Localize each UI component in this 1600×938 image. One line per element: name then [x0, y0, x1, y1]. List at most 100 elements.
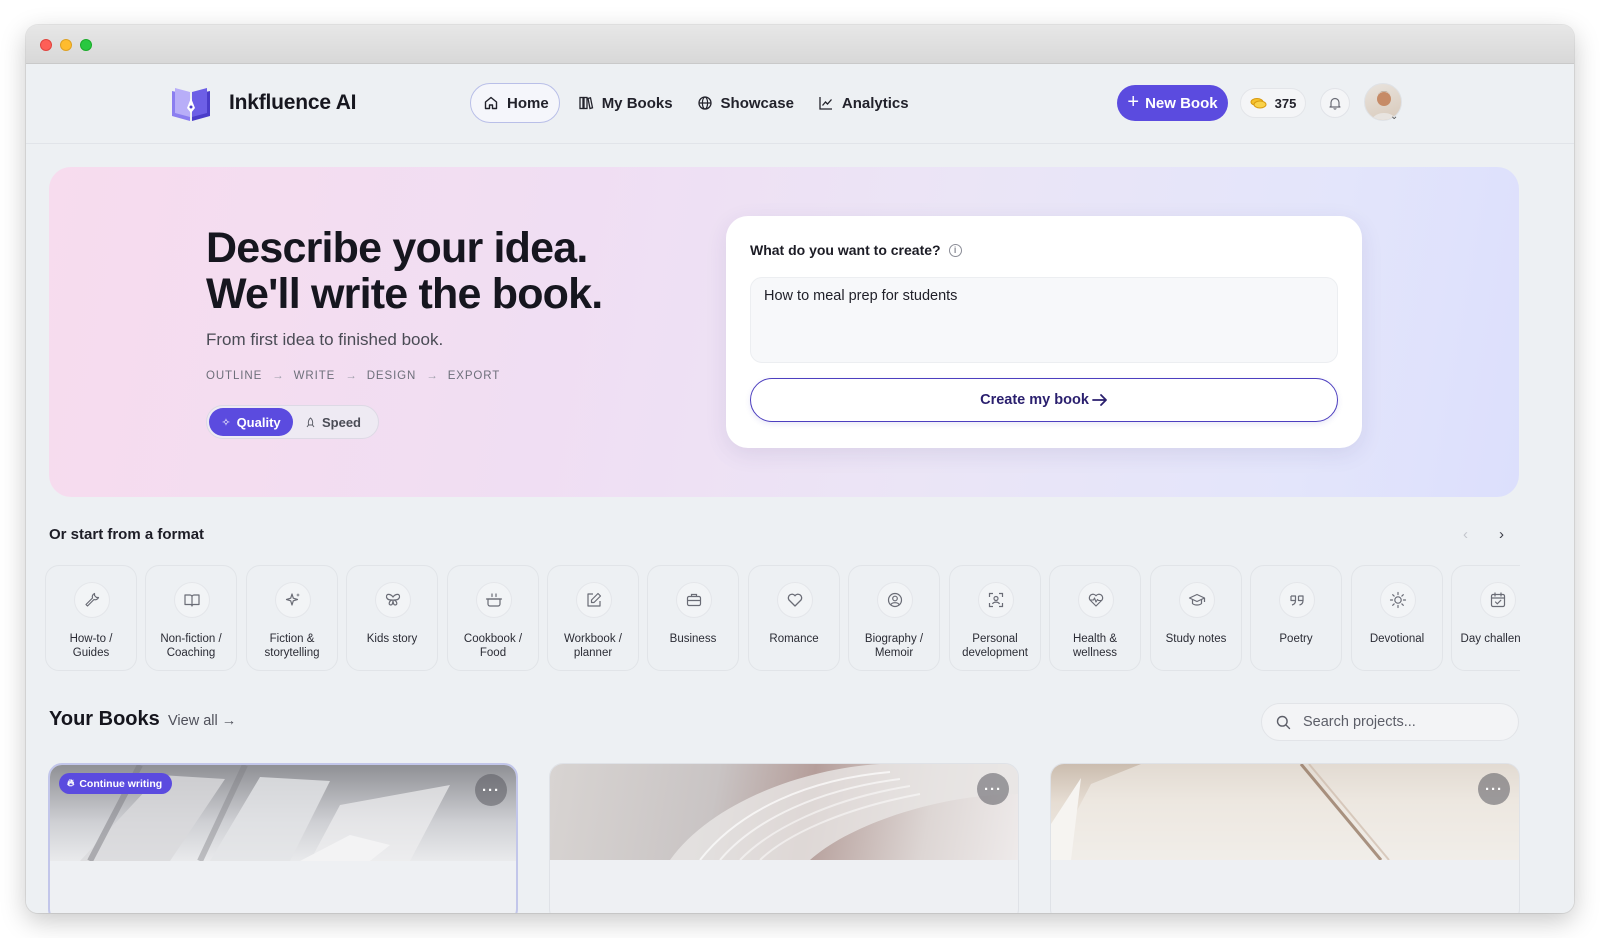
chevron-right-icon[interactable]: ›	[1499, 526, 1504, 543]
nav-my-books[interactable]: My Books	[566, 83, 685, 123]
app-window: Inkfluence AI Home My Books Showcase Ana…	[26, 25, 1574, 913]
brand-name: Inkfluence AI	[229, 91, 357, 114]
format-biography[interactable]: Biography / Memoir	[848, 565, 940, 671]
formats-title: Or start from a format	[49, 526, 205, 543]
chevron-left-icon[interactable]: ‹	[1463, 526, 1468, 543]
create-card: What do you want to create? i How to mea…	[726, 216, 1362, 448]
book-cover: ···	[1051, 764, 1519, 860]
format-non-fiction[interactable]: Non-fiction / Coaching	[145, 565, 237, 671]
format-label: Health & wellness	[1072, 633, 1118, 659]
cooking-pot-icon	[485, 593, 503, 607]
home-icon	[484, 96, 498, 110]
format-label: Poetry	[1279, 633, 1313, 645]
format-health[interactable]: Health & wellness	[1049, 565, 1141, 671]
process-steps: OUTLINE → WRITE → DESIGN → EXPORT	[206, 370, 500, 382]
nav-showcase[interactable]: Showcase	[685, 83, 806, 123]
format-poetry[interactable]: Poetry	[1250, 565, 1342, 671]
hero-title-line1: Describe your idea.	[206, 224, 588, 272]
minimize-window-button[interactable]	[60, 39, 72, 51]
your-books-title: Your Books	[49, 708, 160, 730]
format-personal-development[interactable]: Personal development	[949, 565, 1041, 671]
format-business[interactable]: Business	[647, 565, 739, 671]
books-icon	[579, 96, 593, 110]
format-how-to[interactable]: How-to / Guides	[45, 565, 137, 671]
book-cover: 🔥︎ Continue writing ···	[50, 765, 516, 861]
plus-icon: +	[1127, 90, 1140, 113]
book-card[interactable]: ···	[1050, 763, 1520, 913]
mode-quality-label: Quality	[236, 414, 281, 430]
format-label: Cookbook / Food	[463, 633, 523, 659]
arrow-right-icon: →	[426, 370, 438, 382]
wrench-icon	[85, 592, 100, 607]
close-window-button[interactable]	[40, 39, 52, 51]
nav-analytics[interactable]: Analytics	[806, 83, 921, 123]
more-options-button[interactable]: ···	[1478, 773, 1510, 805]
edit-icon	[587, 592, 602, 607]
briefcase-icon	[686, 593, 702, 607]
butterfly-icon	[385, 593, 401, 606]
format-workbook[interactable]: Workbook / planner	[547, 565, 639, 671]
rocket-icon	[306, 416, 315, 427]
idea-input[interactable]: How to meal prep for students	[750, 277, 1338, 363]
format-label: Personal development	[962, 633, 1028, 659]
formats-carousel: How-to / Guides Non-fiction / Coaching F…	[45, 565, 1520, 673]
more-options-button[interactable]: ···	[977, 773, 1009, 805]
nav-links: Home My Books Showcase Analytics	[470, 83, 921, 123]
format-label: Study notes	[1165, 633, 1227, 645]
hero-title-line2: We'll write the book.	[206, 270, 603, 318]
calendar-check-icon	[1490, 592, 1506, 608]
format-cookbook[interactable]: Cookbook / Food	[447, 565, 539, 671]
format-day-challenge[interactable]: Day challenge	[1451, 565, 1520, 671]
arrow-right-icon: →	[272, 370, 284, 382]
app-content: Inkfluence AI Home My Books Showcase Ana…	[26, 64, 1574, 913]
open-book-icon	[184, 594, 200, 607]
format-label: Romance	[769, 633, 819, 645]
create-question-label: What do you want to create?	[750, 242, 941, 258]
format-fiction[interactable]: Fiction & storytelling	[246, 565, 338, 671]
format-study-notes[interactable]: Study notes	[1150, 565, 1242, 671]
book-card[interactable]: ···	[549, 763, 1019, 913]
chevron-down-icon[interactable]: ⌄	[1390, 111, 1398, 122]
search-icon	[1276, 715, 1291, 729]
format-label: Day challenge	[1460, 633, 1520, 645]
view-all-link[interactable]: View all →	[168, 713, 236, 729]
nav-showcase-label: Showcase	[720, 94, 794, 112]
logo-icon	[172, 88, 210, 121]
hero-title: Describe your idea. We'll write the book…	[206, 224, 603, 318]
format-label: Devotional	[1369, 633, 1425, 645]
create-my-book-button[interactable]: Create my book	[750, 378, 1338, 422]
mode-quality-button[interactable]: ✧ Quality	[209, 408, 293, 436]
new-book-button[interactable]: + New Book	[1117, 85, 1228, 121]
nav-my-books-label: My Books	[601, 94, 673, 112]
format-kids-story[interactable]: Kids story	[346, 565, 438, 671]
hero-subtitle: From first idea to finished book.	[206, 330, 444, 349]
info-icon[interactable]: i	[948, 243, 962, 257]
book-card[interactable]: 🔥︎ Continue writing ···	[48, 763, 518, 913]
more-options-button[interactable]: ···	[475, 774, 507, 806]
format-label: Non-fiction / Coaching	[160, 633, 222, 659]
mode-speed-button[interactable]: Speed	[293, 408, 373, 436]
search-box	[1261, 703, 1519, 741]
format-label: Kids story	[366, 633, 418, 645]
cover-image-notebook	[1051, 764, 1519, 860]
cover-image-pages	[670, 764, 1018, 860]
step-write: WRITE	[293, 370, 336, 382]
nav-analytics-label: Analytics	[841, 94, 909, 112]
arrow-right-icon	[1091, 394, 1107, 406]
new-book-label: New Book	[1145, 94, 1218, 112]
format-romance[interactable]: Romance	[748, 565, 840, 671]
create-my-book-label: Create my book	[980, 392, 1089, 408]
format-devotional[interactable]: Devotional	[1351, 565, 1443, 671]
heart-pulse-icon	[1088, 593, 1104, 607]
continue-writing-badge: 🔥︎ Continue writing	[59, 773, 173, 794]
maximize-window-button[interactable]	[80, 39, 92, 51]
sun-icon	[1389, 591, 1407, 609]
notifications-button[interactable]	[1320, 88, 1350, 118]
credits-badge[interactable]: 375	[1240, 88, 1306, 118]
focus-user-icon	[988, 592, 1004, 608]
nav-home-label: Home	[507, 94, 549, 112]
search-input[interactable]	[1303, 714, 1503, 730]
step-export: EXPORT	[447, 370, 501, 382]
hero-section: Describe your idea. We'll write the book…	[49, 167, 1519, 497]
nav-home[interactable]: Home	[470, 83, 560, 123]
